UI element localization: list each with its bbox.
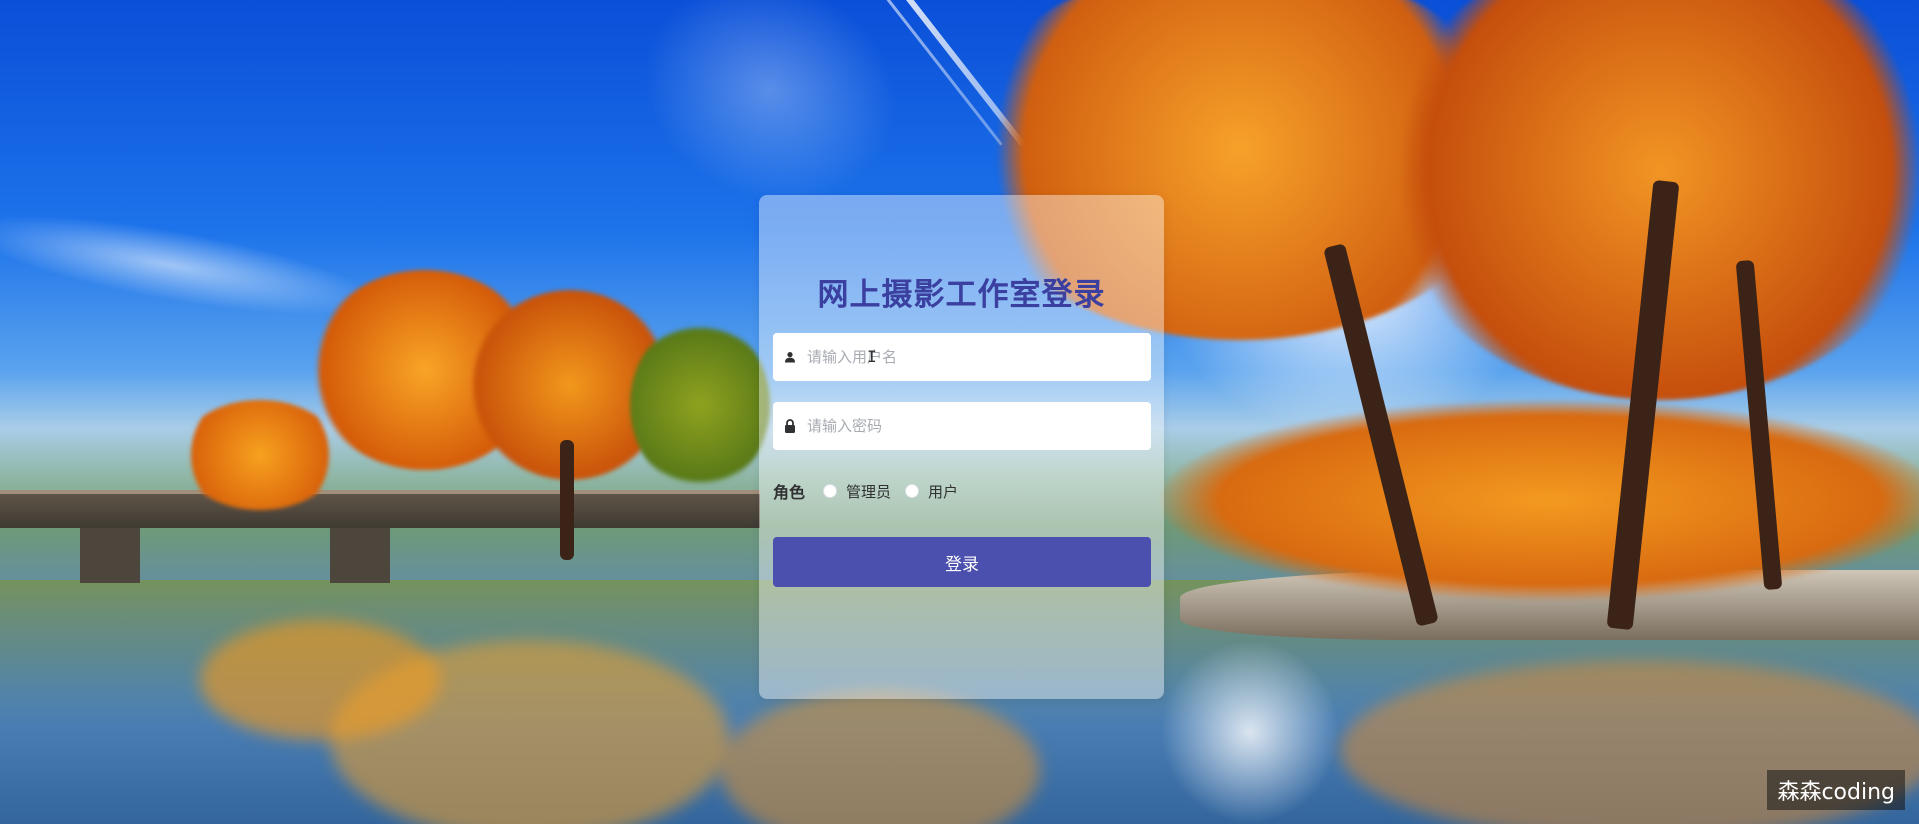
background-tree-trunk [1323,243,1439,627]
background-bridge-pillar [330,528,390,583]
background-tree [630,320,770,490]
password-input[interactable] [807,403,1151,449]
text-cursor-icon: I [867,347,877,366]
login-card: 网上摄影工作室登录 I 角色 [759,195,1164,699]
background-tree-trunk [1606,179,1680,631]
role-option-user[interactable]: 用户 [905,481,958,502]
background-reflection [330,640,730,824]
background-tree [1380,0,1919,400]
background-tree [310,270,540,470]
watermark: 森森coding [1767,770,1905,810]
background-reflection [1160,640,1340,824]
role-option-label: 管理员 [846,482,892,501]
role-option-admin[interactable]: 管理员 [823,481,891,502]
role-selector: 角色 管理员 用户 [773,479,972,503]
background-contrail [840,0,1003,146]
background-sun-haze [1160,120,1540,440]
username-field[interactable]: I [773,333,1151,381]
user-icon [773,333,807,381]
background-reflection [720,690,1040,824]
background-tree-trunk [1735,259,1783,591]
background-contrail [860,0,1026,147]
login-title: 网上摄影工作室登录 [817,277,1106,313]
background-tree [470,290,670,480]
radio-button[interactable] [823,484,838,498]
background-bridge-pillar [80,528,140,583]
lock-icon [773,402,807,450]
background-tree-trunk [560,440,574,560]
login-button[interactable]: 登录 [773,537,1151,587]
login-page: 网上摄影工作室登录 I 角色 [0,0,1919,824]
background-bridge [0,490,760,496]
role-label: 角色 [773,483,806,502]
radio-button[interactable] [905,484,920,498]
role-option-label: 用户 [928,482,959,501]
background-riverbank [1180,570,1919,640]
background-tree [1160,400,1919,600]
username-input[interactable] [807,334,1151,380]
background-reflection [200,620,440,740]
background-cloud [0,194,383,336]
password-field[interactable] [773,402,1151,450]
background-tree [180,400,340,510]
background-bridge [0,494,760,528]
